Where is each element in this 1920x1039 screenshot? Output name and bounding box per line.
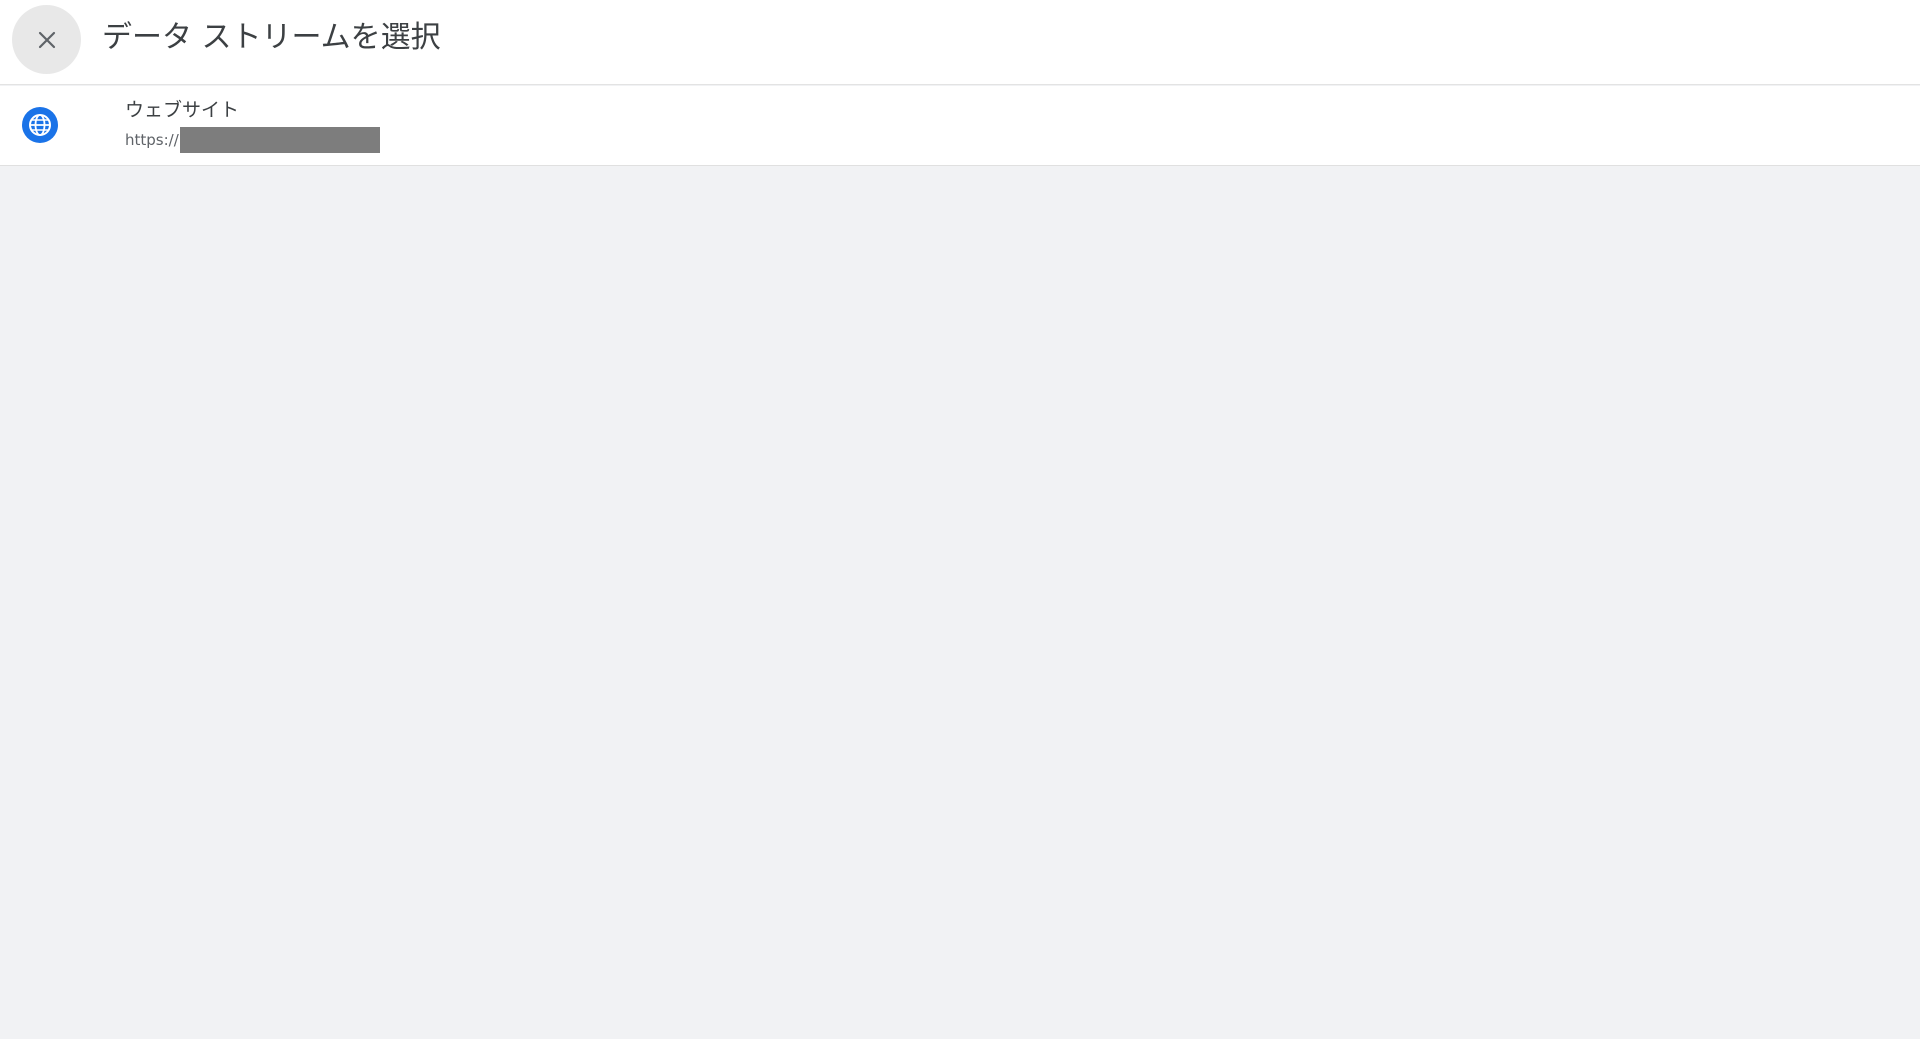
stream-name: ウェブサイト bbox=[125, 99, 240, 121]
close-button[interactable] bbox=[12, 5, 81, 74]
redacted-url-block bbox=[179, 127, 380, 153]
globe-icon bbox=[22, 107, 58, 143]
stream-url: https:// bbox=[125, 127, 380, 153]
stream-url-prefix: https:// bbox=[125, 131, 179, 149]
dialog-header: データ ストリームを選択 bbox=[0, 0, 1920, 85]
close-icon bbox=[38, 31, 55, 48]
page-title: データ ストリームを選択 bbox=[102, 20, 441, 55]
stream-list-item-website[interactable]: ウェブサイト https:// bbox=[0, 86, 1920, 166]
